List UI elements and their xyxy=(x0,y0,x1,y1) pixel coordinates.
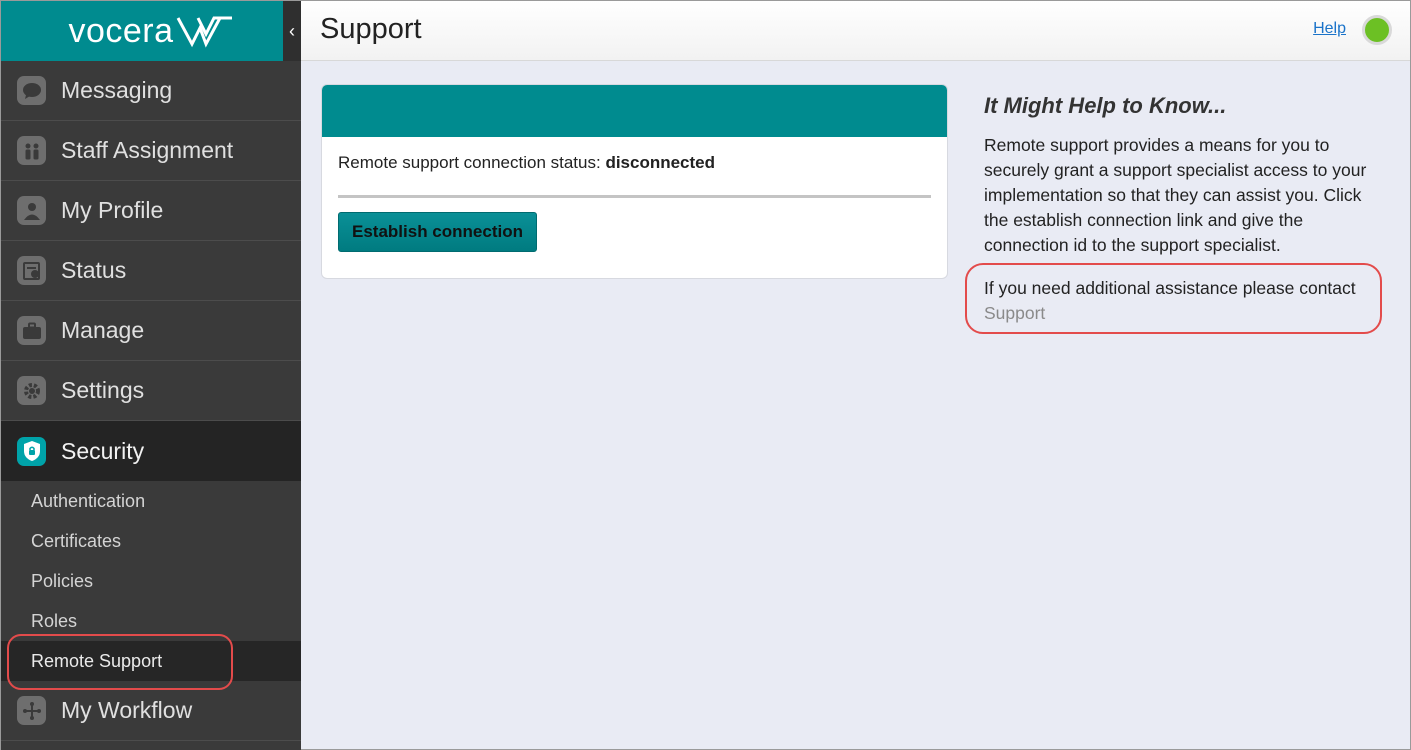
card-body: Remote support connection status: discon… xyxy=(322,137,947,268)
sub-item-roles[interactable]: Roles xyxy=(1,601,301,641)
nav-label: Security xyxy=(61,437,145,464)
support-link[interactable]: Support xyxy=(984,303,1045,323)
establish-connection-button[interactable]: Establish connection xyxy=(338,212,537,252)
nav-item-my-workflow[interactable]: My Workflow xyxy=(1,681,301,741)
nav-label: My Workflow xyxy=(61,697,193,723)
remote-support-card: Remote support connection status: discon… xyxy=(321,84,948,279)
chevron-left-icon: ‹ xyxy=(289,20,295,41)
info-body: Remote support provides a means for you … xyxy=(984,135,1367,255)
status-value: disconnected xyxy=(605,153,716,172)
nav-label: Manage xyxy=(61,317,145,343)
info-title: It Might Help to Know... xyxy=(984,93,1227,118)
page-header: Support Help xyxy=(301,1,1410,61)
help-info-panel: It Might Help to Know... Remote support … xyxy=(984,93,1384,326)
info-contact: If you need additional assistance please… xyxy=(984,276,1384,326)
brand-bar: vocera ‹ xyxy=(1,1,301,61)
workflow-icon xyxy=(17,696,46,725)
gear-icon xyxy=(17,376,46,405)
nav-item-my-profile[interactable]: My Profile xyxy=(1,181,301,241)
nav-item-settings[interactable]: Settings xyxy=(1,361,301,421)
connection-status-indicator xyxy=(1362,15,1392,45)
nav-item-status[interactable]: Status xyxy=(1,241,301,301)
sub-item-authentication[interactable]: Authentication xyxy=(1,481,301,521)
divider xyxy=(338,195,931,198)
sub-item-certificates[interactable]: Certificates xyxy=(1,521,301,561)
shield-icon xyxy=(17,436,46,466)
help-link[interactable]: Help xyxy=(1313,20,1346,38)
vocera-v-mark-icon xyxy=(176,16,232,48)
person-icon xyxy=(17,196,46,225)
connection-status-line: Remote support connection status: discon… xyxy=(338,153,931,173)
sub-item-policies[interactable]: Policies xyxy=(1,561,301,601)
nav-label: Messaging xyxy=(61,77,173,103)
security-submenu: Authentication Certificates Policies Rol… xyxy=(1,481,301,681)
card-header xyxy=(322,85,947,137)
page-title: Support xyxy=(320,13,422,45)
nav-label: Staff Assignment xyxy=(61,137,234,163)
contact-text: If you need additional assistance please… xyxy=(984,278,1356,298)
collapse-sidebar-button[interactable]: ‹ xyxy=(283,1,301,61)
nav-label: Settings xyxy=(61,377,145,403)
people-icon xyxy=(17,136,46,165)
vocera-logo[interactable]: vocera xyxy=(68,12,233,51)
sidebar: vocera ‹ Messaging Staff Assignment My P… xyxy=(1,1,301,750)
briefcase-icon xyxy=(17,316,46,345)
status-label: Remote support connection status: xyxy=(338,153,601,172)
chat-bubble-icon xyxy=(17,76,46,105)
nav-item-staff-assignment[interactable]: Staff Assignment xyxy=(1,121,301,181)
nav-label: My Profile xyxy=(61,197,164,223)
sub-item-remote-support[interactable]: Remote Support xyxy=(1,641,301,681)
nav-item-manage[interactable]: Manage xyxy=(1,301,301,361)
nav-item-messaging[interactable]: Messaging xyxy=(1,61,301,121)
nav-item-security[interactable]: Security xyxy=(1,421,301,481)
nav-label: Status xyxy=(61,257,127,283)
status-chart-icon xyxy=(17,256,46,285)
